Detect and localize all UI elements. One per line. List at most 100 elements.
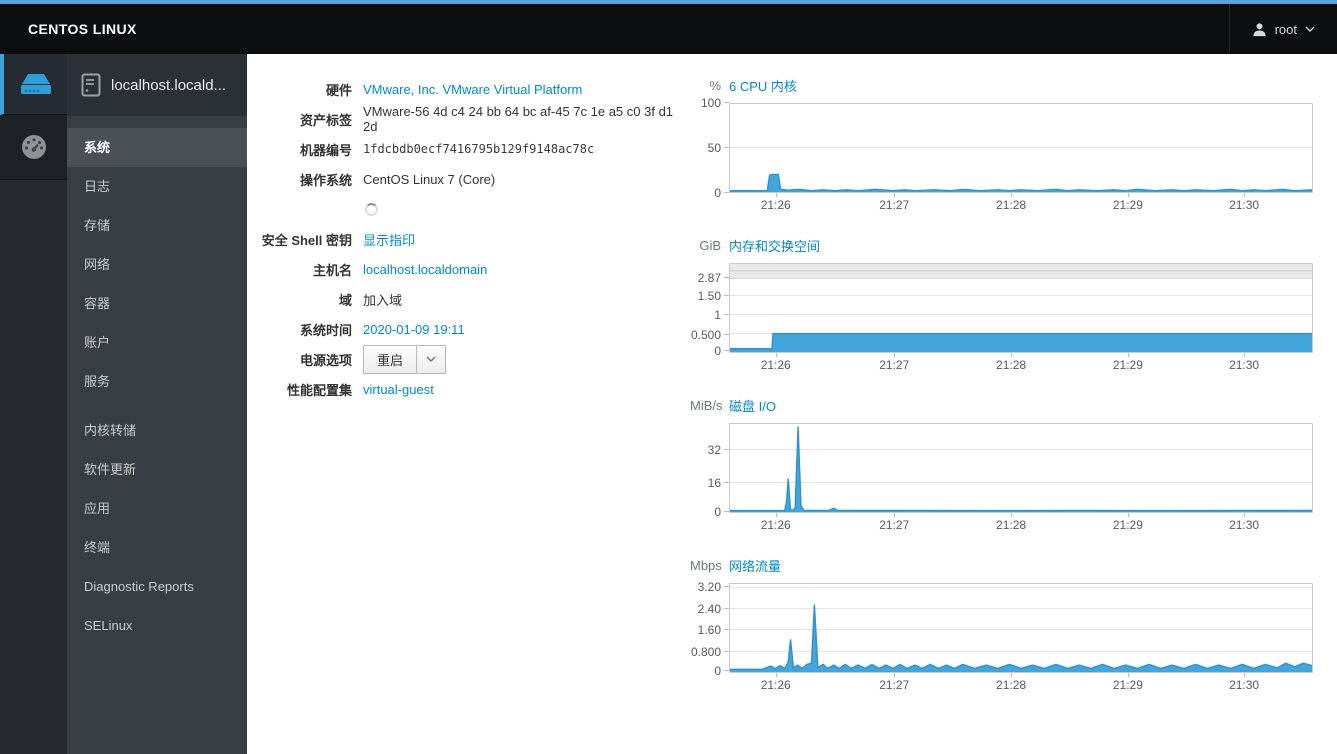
info-row-hostname: 主机名 localhost.localdomain <box>247 254 690 284</box>
x-tick-label: 21:26 <box>760 518 791 532</box>
info-row-loading <box>247 194 690 224</box>
x-tick-mark <box>1244 673 1246 677</box>
x-tick-label: 21:26 <box>760 358 791 372</box>
sidebar-item-diagnostic-reports[interactable]: Diagnostic Reports <box>67 567 247 606</box>
y-tick-label: 0.500 <box>690 328 721 342</box>
x-tick-label: 21:26 <box>760 198 791 212</box>
sidebar-item-kdump[interactable]: 内核转储 <box>67 411 247 450</box>
memory-plot-area[interactable] <box>729 263 1313 353</box>
y-tick-label: 2.87 <box>697 271 721 286</box>
sidebar-item-services[interactable]: 服务 <box>67 362 247 401</box>
loading-value <box>363 202 378 216</box>
system-info-rows: 硬件 VMware, Inc. VMware Virtual Platform 资产… <box>247 74 690 404</box>
x-tick-label: 21:26 <box>760 678 791 692</box>
disk-plot-area[interactable] <box>729 423 1313 513</box>
x-tick-label: 21:27 <box>879 198 910 212</box>
x-tick-mark <box>1127 193 1129 197</box>
hostname-link[interactable]: localhost.localdomain <box>363 262 487 277</box>
user-menu[interactable]: root <box>1228 4 1337 54</box>
sidebar-item-storage[interactable]: 存储 <box>67 206 247 245</box>
sidebar-item-logs[interactable]: 日志 <box>67 167 247 206</box>
cpu-chart-title-link[interactable]: 6 CPU 内核 <box>729 76 797 95</box>
dashboard-button[interactable] <box>0 115 67 180</box>
memory-chart-unit: GiB <box>699 238 721 253</box>
server-icon <box>20 74 51 94</box>
active-host-button[interactable] <box>0 54 67 115</box>
cpu-y-axis: 100 50 0 <box>690 97 729 199</box>
x-tick-mark <box>1244 513 1246 517</box>
memory-chart-title-link[interactable]: 内存和交换空间 <box>729 236 820 255</box>
cpu-usage-chart: % 6 CPU 内核 100 50 0 21:26 21:27 21:28 21:29 21… <box>690 74 1313 213</box>
disk-y-axis: 32 16 0 <box>690 423 729 518</box>
sidebar-item-software-updates[interactable]: 软件更新 <box>67 450 247 489</box>
x-tick-label: 21:28 <box>996 358 1027 372</box>
hardware-link[interactable]: VMware, Inc. VMware Virtual Platform <box>363 82 582 97</box>
asset-tag-label: 资产标签 <box>299 112 352 128</box>
x-tick-mark <box>775 673 777 677</box>
sidebar-item-selinux[interactable]: SELinux <box>67 606 247 645</box>
ssh-keys-label: 安全 Shell 密钥 <box>261 232 352 248</box>
sidebar-item-containers[interactable]: 容器 <box>67 284 247 323</box>
network-chart-title-link[interactable]: 网络流量 <box>729 556 781 575</box>
machine-icon <box>81 73 101 97</box>
x-tick-mark <box>1127 513 1129 517</box>
restart-button[interactable]: 重启 <box>363 344 418 374</box>
x-tick-label: 21:28 <box>996 678 1027 692</box>
power-options-split-button: 重启 <box>363 344 447 374</box>
x-tick-mark <box>1011 353 1013 357</box>
domain-action[interactable]: 加入域 <box>363 290 402 309</box>
power-options-caret-button[interactable] <box>417 344 447 374</box>
info-row-system-time: 系统时间 2020-01-09 19:11 <box>247 314 690 344</box>
y-tick-label: 0 <box>714 344 721 359</box>
x-tick-mark <box>1244 193 1246 197</box>
network-y-axis: 3.20 2.40 1.60 0.800 0 <box>690 581 729 677</box>
x-tick-label: 21:28 <box>996 198 1027 212</box>
info-row-operating-system: 操作系统 CentOS Linux 7 (Core) <box>247 164 690 194</box>
sidebar-item-terminal[interactable]: 终端 <box>67 528 247 567</box>
network-traffic-chart: Mbps 网络流量 3.20 2.40 1.60 0.800 0 21:26 21:27 2… <box>690 554 1313 693</box>
x-tick-label: 21:30 <box>1229 518 1260 532</box>
x-tick-label: 21:30 <box>1229 198 1260 212</box>
network-series <box>730 584 1312 672</box>
cpu-plot-area[interactable] <box>729 103 1313 193</box>
x-tick-label: 21:27 <box>879 358 910 372</box>
main-content: 硬件 VMware, Inc. VMware Virtual Platform 资产… <box>247 54 1337 754</box>
hardware-value: VMware, Inc. VMware Virtual Platform <box>363 82 582 97</box>
system-time-link[interactable]: 2020-01-09 19:11 <box>363 322 465 337</box>
sidebar: localhost.locald... 系统 日志 存储 网络 容器 账户 服务内核转储 软件… <box>67 54 247 754</box>
x-tick-mark <box>775 193 777 197</box>
ssh-keys-link[interactable]: 显示指印 <box>363 230 415 249</box>
x-tick-mark <box>775 353 777 357</box>
network-plot-area[interactable] <box>729 583 1313 673</box>
memory-swap-chart: GiB 内存和交换空间 2.87 1.50 1 0.500 0 21:26 21:27 21… <box>690 234 1313 373</box>
domain-value: 加入域 <box>363 290 402 309</box>
sidebar-item-system[interactable]: 系统 <box>67 128 247 167</box>
sidebar-item-accounts[interactable]: 账户 <box>67 323 247 362</box>
performance-profile-label: 性能配置集 <box>286 382 352 398</box>
domain-label: 域 <box>338 292 352 308</box>
power-options-label: 电源选项 <box>299 352 352 368</box>
machine-id-text: 1fdcbdb0ecf7416795b129f9148ac78c <box>363 142 595 156</box>
y-tick-label: 32 <box>707 443 721 457</box>
x-tick-label: 21:30 <box>1229 358 1260 372</box>
hostname-value: localhost.localdomain <box>363 262 487 277</box>
host-header[interactable]: localhost.locald... <box>67 54 247 116</box>
x-tick-label: 21:30 <box>1229 678 1260 692</box>
disk-chart-title-link[interactable]: 磁盘 I/O <box>729 396 776 415</box>
cpu-chart-unit: % <box>709 78 721 93</box>
sidebar-item-networking[interactable]: 网络 <box>67 245 247 284</box>
cpu-x-axis: 21:26 21:27 21:28 21:29 21:30 <box>729 193 1313 213</box>
sidebar-item-applications[interactable]: 应用 <box>67 489 247 528</box>
x-tick-label: 21:28 <box>996 518 1027 532</box>
y-tick-label: 100 <box>700 96 721 110</box>
y-tick-label: 0 <box>714 664 721 679</box>
memory-x-axis: 21:26 21:27 21:28 21:29 21:30 <box>729 353 1313 373</box>
x-tick-mark <box>1127 353 1129 357</box>
y-tick-label: 0.800 <box>690 645 721 660</box>
disk-x-axis: 21:26 21:27 21:28 21:29 21:30 <box>729 513 1313 533</box>
disk-io-series <box>730 424 1312 512</box>
info-row-ssh-keys: 安全 Shell 密钥 显示指印 <box>247 224 690 254</box>
host-icon-column <box>0 54 67 754</box>
user-name: root <box>1274 21 1297 37</box>
performance-profile-link[interactable]: virtual-guest <box>363 382 434 397</box>
